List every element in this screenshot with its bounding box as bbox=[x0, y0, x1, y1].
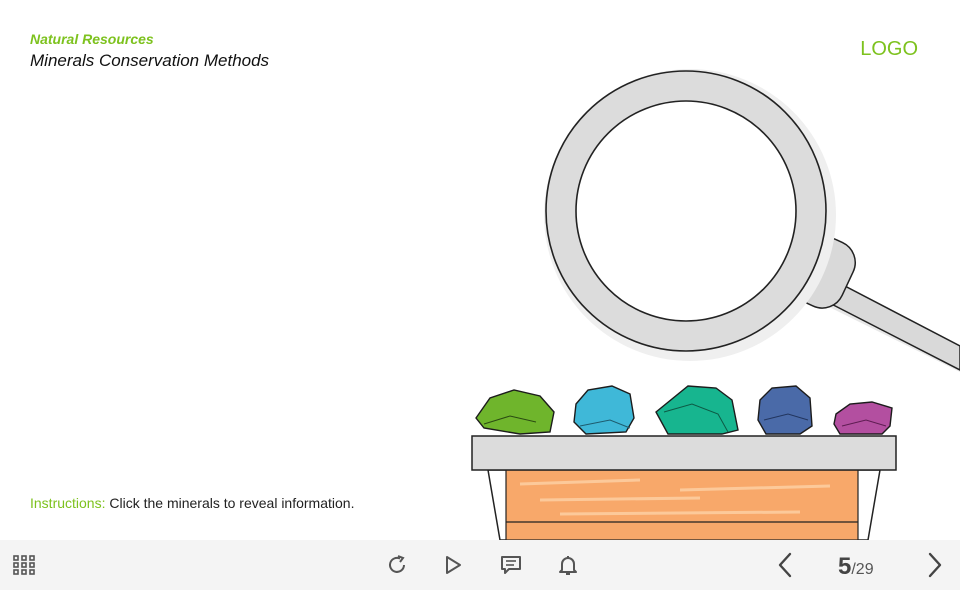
play-icon bbox=[446, 556, 461, 574]
player-toolbar bbox=[0, 540, 960, 590]
mineral-container bbox=[471, 435, 897, 540]
next-slide-button[interactable] bbox=[920, 549, 950, 581]
current-page: 5 bbox=[838, 553, 852, 580]
menu-button[interactable] bbox=[10, 551, 38, 579]
replay-button[interactable] bbox=[382, 551, 412, 579]
magnifying-glass bbox=[544, 69, 960, 372]
page-counter: 5/29 bbox=[838, 553, 874, 581]
replay-icon bbox=[389, 555, 405, 573]
instructions-text: Click the minerals to reveal information… bbox=[105, 495, 355, 511]
instructions-label: Instructions: bbox=[30, 495, 106, 511]
mineral-green[interactable] bbox=[475, 389, 555, 435]
mineral-blue[interactable] bbox=[757, 385, 813, 435]
notifications-button[interactable] bbox=[553, 551, 583, 579]
grid-icon bbox=[13, 555, 35, 575]
mineral-teal[interactable] bbox=[655, 385, 739, 435]
notes-button[interactable] bbox=[496, 551, 526, 579]
instructions: Instructions: Click the minerals to reve… bbox=[30, 495, 354, 511]
mineral-cyan[interactable] bbox=[573, 385, 635, 435]
notes-icon bbox=[501, 556, 521, 574]
chevron-left-icon bbox=[778, 552, 792, 578]
total-pages: /29 bbox=[851, 561, 874, 578]
previous-slide-button[interactable] bbox=[770, 549, 800, 581]
illustration bbox=[471, 69, 960, 540]
chevron-right-icon bbox=[928, 552, 942, 578]
play-button[interactable] bbox=[438, 551, 468, 579]
mineral-magenta[interactable] bbox=[833, 401, 893, 435]
bell-icon bbox=[559, 556, 577, 575]
